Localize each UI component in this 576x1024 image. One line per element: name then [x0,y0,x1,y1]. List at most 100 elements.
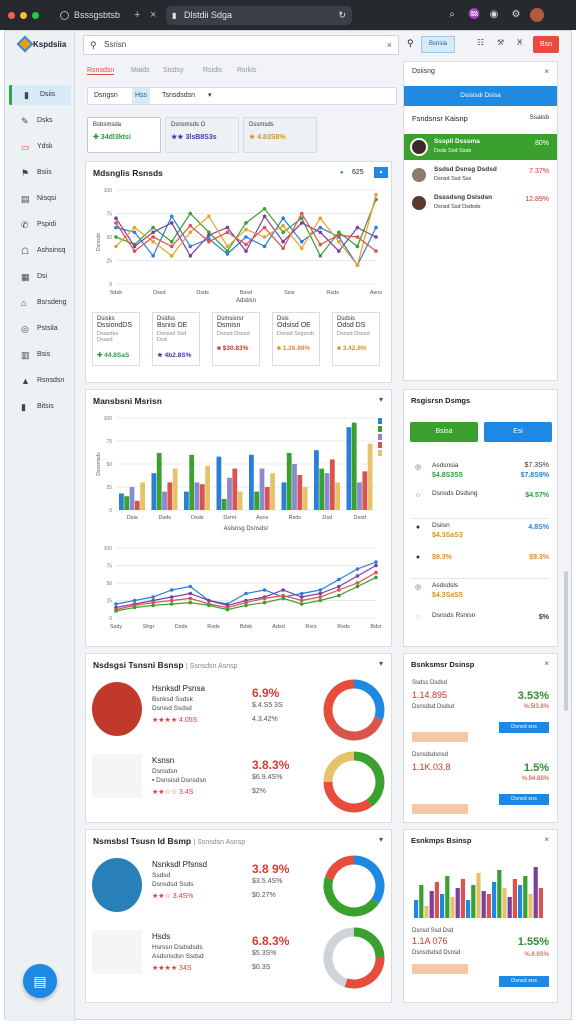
floating-action-button[interactable]: ▤ [23,964,57,998]
data-point [299,211,304,216]
mini-stat-card[interactable]: Dsmsisrsr Dsmisn Dsnsd Dsnsd ■ $30.83% [212,312,260,366]
tab-4[interactable]: Rsrkis [237,67,256,74]
sidebar-item-label: Pstsila [37,325,58,332]
chevron-down-icon[interactable]: ▾ [208,88,212,104]
close-icon[interactable]: × [544,659,549,668]
filter-b[interactable]: Hss [132,88,151,104]
settings-icon[interactable]: ⚙ [510,9,522,21]
sidebar-item-7[interactable]: ▦ Dsi [9,267,71,287]
new-tab-button[interactable]: + [134,6,140,24]
chevron-down-icon[interactable]: ▾ [379,835,383,844]
refresh-icon[interactable]: ↻ [338,6,346,25]
bar [249,454,254,510]
mini-stat-card[interactable]: Dsdsis Odsd DS Dsnsd Dsnsd ■ 3.42.8% [332,312,380,366]
sidebar-item-label: Ashsinsq [37,247,66,254]
tab-1[interactable]: Maids [131,67,150,74]
tab-3[interactable]: Rsidis [203,67,222,74]
mini-stat-card[interactable]: Dsisks DssiondDS Dsasdss Dsasd ✚ 44.8SaS [92,312,140,366]
x-tick-label: Dsia [127,515,139,521]
deal-name[interactable]: Nsnksdl Pfsnsd [152,860,207,869]
mini-stat-card[interactable]: Dsis Odsisd OE Dsnsd Ssgsrsb ■ 1.26.89% [272,312,320,366]
tools-icon[interactable]: ⚒ [497,38,504,47]
sync-icon[interactable]: ◉ [488,9,500,21]
kpi-card[interactable]: Dssmsds ★ 4.83S8% [243,117,317,153]
export-icon[interactable]: Ӿ [517,38,522,47]
url-bar[interactable]: ▮ Dlstdii Sdga ↻ [166,6,352,25]
region-panel: Rsgisrsn Dsmgs Bsisa Esi ◎ Asdsnsia $4.8S3… [403,389,558,647]
search-icon[interactable]: ⚲ [407,38,414,49]
chevron-down-icon[interactable]: ▾ [379,395,383,404]
bookmark-icon[interactable]: ♒ [468,9,480,21]
deal-sub: Ssdsd [152,872,171,879]
divider [410,518,550,519]
person-name: Dsssdsng Dslsdsn [434,194,493,201]
sidebar-item-6[interactable]: ☖ Ashsinsq [9,241,71,261]
trend-badge[interactable]: ▴ [374,167,388,178]
sidebar-item-11[interactable]: ▲ Rsnsdsn [9,371,71,391]
green-button[interactable]: Bsisa [410,422,478,442]
deal-name[interactable]: Ksnsn [152,756,174,765]
person-sub: Dsnsd Ssd Sss [434,176,472,182]
blue-button[interactable]: Esi [484,422,552,442]
toolbar-red-button[interactable]: Bsn [533,36,559,53]
dialog-row[interactable]: Ssspli Dsssma Dsds Ssd Ssds 80% [404,134,557,160]
chevron-down-icon[interactable]: ▾ [379,659,383,668]
clear-search-icon[interactable]: × [387,36,392,54]
data-point [207,214,211,219]
profile-avatar[interactable] [530,8,544,22]
sidebar-item-icon: ✆ [21,220,29,230]
sidebar-item-5[interactable]: ✆ Pspidi [9,215,71,235]
kpi-card[interactable]: Dsnsmsds O ★★ 3lsB8S3s [165,117,239,153]
close-icon[interactable]: × [544,67,549,76]
y-tick-label: 50 [106,462,112,468]
sidebar-item-10[interactable]: ▥ Bsis [9,345,71,365]
mini-stat-card[interactable]: Dsidss Bsnisi DE Dsnssd Ssd Dsd ★ 4b2.8S% [152,312,200,366]
data-point [262,207,267,211]
maximize-window-dot[interactable] [32,12,39,19]
sidebar-item-4[interactable]: ▤ Nisqsi [9,189,71,209]
close-window-dot[interactable] [8,12,15,19]
tab-2[interactable]: Sisdsy [163,67,184,74]
dialog-row[interactable]: Dsssdsng Dslsdsn Dsnsd Ssd Dsdsds 12.89% [404,190,557,216]
data-point [281,239,285,244]
tab-0[interactable]: Rsnsdsn [87,67,115,75]
deal-name[interactable]: Hsnksdl Psnsa [152,684,205,693]
dialog-blue-bar[interactable]: Dsisisdi Dsisa [404,86,557,106]
close-icon[interactable]: × [544,835,549,844]
bar [227,477,232,510]
mini-bar [471,885,476,918]
browser-tab[interactable]: Bsssgsbtsb [60,6,156,24]
sidebar-item-8[interactable]: ⌂ Bsrsdeng [9,293,71,313]
brand[interactable]: Kspdsiia [5,31,75,59]
rt1-sub: Dsnsdsd Dsdsd [412,704,455,710]
rt2-action-button[interactable]: Dsnsd sns [499,976,549,987]
sidebar-item-2[interactable]: ▭ Ydsk [9,137,71,157]
sidebar-item-1[interactable]: ✎ Dsks [9,111,71,131]
toolbar-chip[interactable]: Bsnsia [421,36,455,53]
search-input[interactable]: ⚲ Ssrisn × [83,35,399,55]
data-point [337,584,341,589]
sidebar-item-12[interactable]: ▮ Bitsis [9,397,71,417]
item-value: $4.3SaS5 [432,592,463,599]
x-tick-label: Dssd [353,515,366,521]
filter-c[interactable]: Tsnsdsdsn [162,88,195,104]
rt1-action-button[interactable]: Dsnsd sns [499,722,549,733]
lock-icon: ▮ [172,11,177,20]
scrollbar[interactable] [564,571,568,711]
filter-a[interactable]: Dsngsn [94,88,118,104]
list-icon[interactable]: ☷ [477,38,484,47]
trend-line-chart: 0 25 50 75 100 Sdsb Dssd Dsds Bssd Ssis Rsds Asns Ad… [96,188,382,304]
sidebar-item-9[interactable]: ◎ Pstsila [9,319,71,339]
sidebar-item-0[interactable]: ▮ Dsiis [9,85,71,105]
minimize-window-dot[interactable] [20,12,27,19]
donut-chart [323,751,385,813]
sidebar-item-label: Dsks [37,117,53,124]
rt1-action-button[interactable]: Dsnsd sns [499,794,549,805]
deal-name[interactable]: Hsds [152,932,170,941]
close-tab-icon[interactable]: × [150,6,156,24]
sidebar-item-3[interactable]: ⚑ Bsiis [9,163,71,183]
kpi-card[interactable]: Bsbsmsda ✚ 34dl3ktsi [87,117,161,153]
dialog-row[interactable]: Ssdsd Dsnsg Dsdsd Dsnsd Ssd Sss 7.37% [404,162,557,188]
data-point [132,230,137,235]
extension-icon[interactable]: ⌕ [446,9,458,21]
